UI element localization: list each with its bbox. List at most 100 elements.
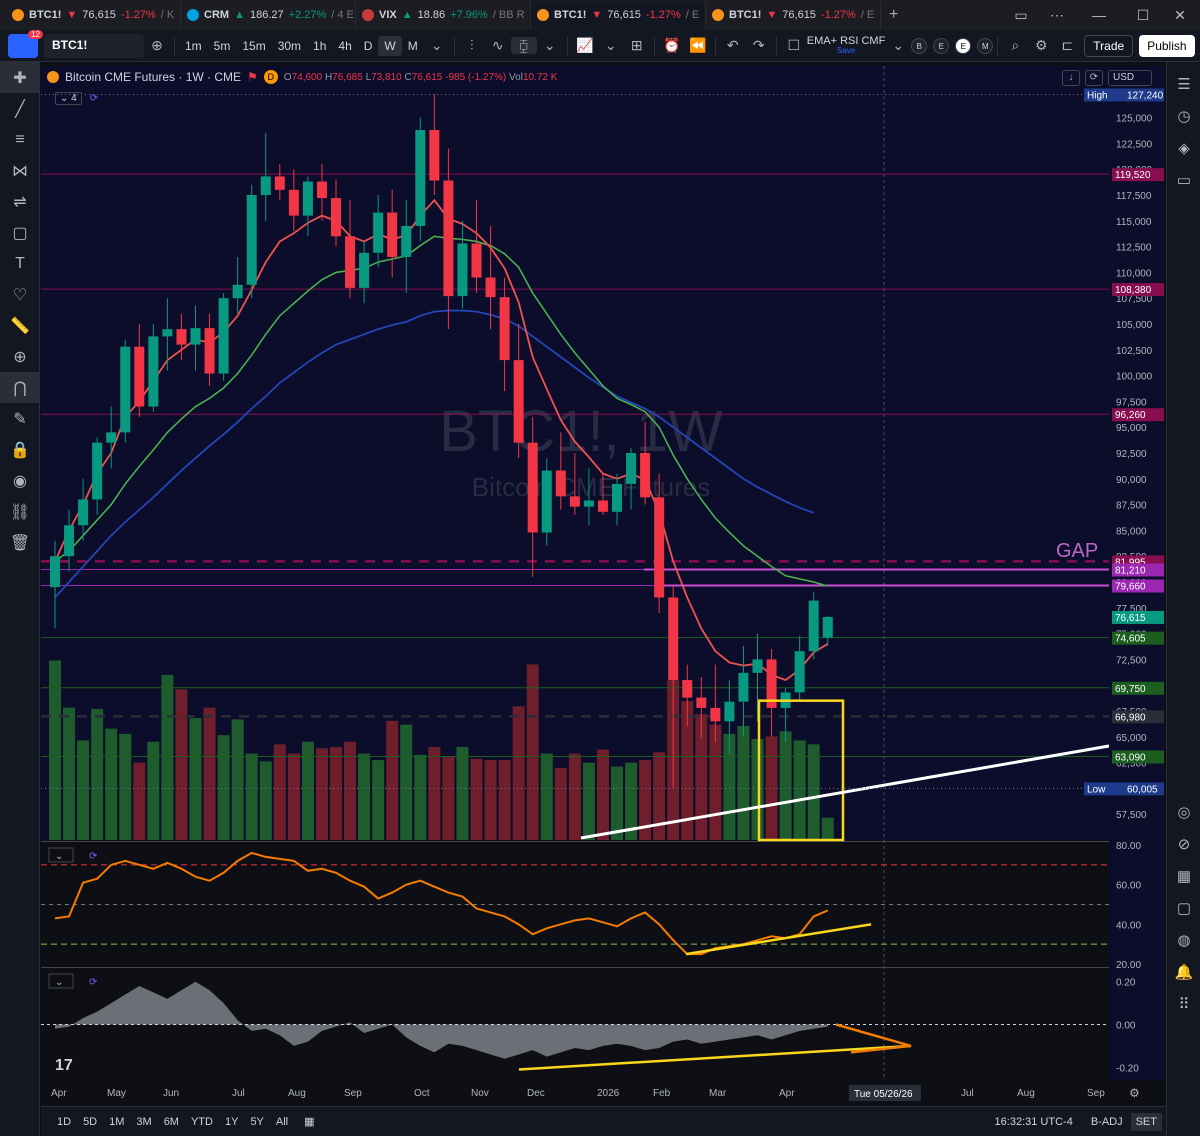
chevron-down-icon[interactable]: ⌄: [537, 37, 563, 54]
chevron-down-icon[interactable]: ⌄: [424, 37, 450, 54]
interval-30m[interactable]: 30m: [272, 36, 307, 56]
legend-title[interactable]: Bitcoin CME Futures · 1W · CME: [65, 70, 241, 84]
zoom-icon[interactable]: ⊕: [0, 341, 40, 372]
layers-icon[interactable]: ◈: [1167, 132, 1200, 164]
range-ytd[interactable]: YTD: [185, 1116, 219, 1128]
replay-icon[interactable]: ⏪: [685, 37, 711, 54]
search-icon[interactable]: ⌕: [1002, 37, 1028, 54]
crosshair-icon[interactable]: ✚: [0, 62, 40, 93]
target-icon[interactable]: ◎: [1167, 796, 1200, 828]
interval-1m[interactable]: 1m: [179, 36, 208, 56]
indicator-shortcut-2[interactable]: E: [955, 37, 972, 54]
snapshot-icon[interactable]: ⊏: [1054, 37, 1080, 54]
pattern-icon[interactable]: ⋈: [0, 155, 40, 186]
maximize-icon[interactable]: ☐: [1121, 7, 1165, 24]
session-toggle[interactable]: SET: [1130, 1112, 1162, 1131]
alerts-clock-icon[interactable]: ◷: [1167, 100, 1200, 132]
publish-button[interactable]: Publish: [1139, 34, 1195, 57]
interval-4h[interactable]: 4h: [332, 36, 357, 56]
range-6m[interactable]: 6M: [158, 1116, 185, 1128]
indicator-shortcut-0[interactable]: B: [911, 37, 928, 54]
trade-button[interactable]: Trade: [1084, 34, 1134, 57]
sync-icon[interactable]: ⟳: [90, 93, 98, 104]
redo-icon[interactable]: ↷: [746, 37, 772, 54]
currency-select[interactable]: USD: [1108, 70, 1152, 86]
fullscreen-icon[interactable]: ☐: [781, 37, 807, 54]
tab-btc1-0[interactable]: BTC1!▼76,615-1.27%/ K✕: [6, 1, 181, 29]
tab-crm-1[interactable]: CRM▲186.27+2.27%/ 4 E✕: [181, 1, 356, 29]
eye-icon[interactable]: ◉: [0, 465, 40, 496]
globe-icon[interactable]: ◍: [1167, 924, 1200, 956]
link-icon[interactable]: ⛓: [0, 496, 40, 527]
chevron-down-icon[interactable]: ⌄: [885, 37, 911, 54]
flag-icon[interactable]: ⚑: [247, 70, 258, 84]
range-1d[interactable]: 1D: [51, 1116, 77, 1128]
shapes-icon[interactable]: ▢: [0, 217, 40, 248]
new-tab-icon[interactable]: +: [881, 6, 906, 24]
cmf-tick-label: -0.20: [1116, 1063, 1139, 1074]
ruler-icon[interactable]: 📏: [0, 310, 40, 341]
interval-m[interactable]: M: [402, 36, 424, 56]
alert-icon[interactable]: ⏰: [659, 37, 685, 54]
open-label: O: [283, 71, 292, 83]
app-logo[interactable]: 12: [8, 29, 43, 58]
layout-template[interactable]: EMA+ RSI CMF Save: [807, 35, 886, 56]
refresh-icon[interactable]: ⟳: [1085, 70, 1103, 86]
trendline-icon[interactable]: ╱: [0, 93, 40, 124]
date-range-icon[interactable]: ▦: [294, 1115, 324, 1128]
heart-icon[interactable]: ♡: [0, 279, 40, 310]
price-line-tag: 96,260: [1115, 410, 1146, 421]
ideas-icon[interactable]: ▢: [1167, 892, 1200, 924]
minimize-icon[interactable]: —: [1077, 7, 1121, 23]
interval-15m[interactable]: 15m: [236, 36, 271, 56]
range-all[interactable]: All: [270, 1116, 294, 1128]
volume-bar: [526, 664, 539, 840]
lock-icon[interactable]: 🔒: [0, 434, 40, 465]
undo-icon[interactable]: ↶: [720, 37, 746, 54]
trash-icon[interactable]: 🗑: [0, 527, 40, 558]
chevron-down-icon[interactable]: ⌄: [598, 37, 624, 54]
tab-btc1-4[interactable]: BTC1!▼76,615-1.27%/ E✕: [706, 1, 881, 29]
chat-icon[interactable]: ▭: [1167, 164, 1200, 196]
symbol-search[interactable]: BTC1!: [44, 33, 144, 58]
close-window-icon[interactable]: ✕: [1165, 7, 1195, 24]
chart-canvas[interactable]: BTC1!, 1WBitcoin CME FuturesGAP57,50060,…: [41, 66, 1164, 1106]
range-1m[interactable]: 1M: [103, 1116, 130, 1128]
interval-5m[interactable]: 5m: [208, 36, 237, 56]
indicators-icon[interactable]: 📈: [572, 37, 598, 54]
indicator-shortcut-1[interactable]: E: [933, 37, 950, 54]
collapse-indicators-button[interactable]: ⌄ 4: [55, 92, 82, 105]
tab-btc1-3[interactable]: BTC1!▼76,615-1.27%/ E✕: [531, 1, 706, 29]
text-icon[interactable]: T: [0, 248, 40, 279]
candles-style-icon[interactable]: ⧮: [510, 37, 537, 54]
range-5d[interactable]: 5D: [77, 1116, 103, 1128]
bars-style-icon[interactable]: ⫶: [459, 37, 485, 54]
line-style-icon[interactable]: ∿: [485, 37, 511, 54]
range-3m[interactable]: 3M: [130, 1116, 157, 1128]
interval-1h[interactable]: 1h: [307, 36, 332, 56]
magnet-icon[interactable]: ⋂: [0, 372, 40, 403]
settings-icon[interactable]: ⚙: [1028, 37, 1054, 54]
prediction-icon[interactable]: ⇌: [0, 186, 40, 217]
bell-icon[interactable]: 🔔: [1167, 956, 1200, 988]
fib-icon[interactable]: ≡: [0, 124, 40, 155]
range-5y[interactable]: 5Y: [244, 1116, 269, 1128]
interval-d[interactable]: D: [358, 36, 379, 56]
clock[interactable]: 16:32:31 UTC-4: [985, 1116, 1083, 1128]
templates-icon[interactable]: ⊞: [624, 37, 650, 54]
indicator-shortcut-3[interactable]: M: [977, 37, 994, 54]
download-icon[interactable]: ↓: [1062, 70, 1080, 86]
layout-icon[interactable]: ▭: [1005, 7, 1037, 24]
more-icon[interactable]: ⋯: [1037, 7, 1077, 24]
interval-w[interactable]: W: [378, 35, 402, 56]
calendar-icon[interactable]: ▦: [1167, 860, 1200, 892]
adjustment-toggle[interactable]: B-ADJ: [1083, 1116, 1131, 1128]
compare-icon[interactable]: ⊕: [144, 37, 170, 54]
candle-body: [597, 500, 608, 512]
signal-icon[interactable]: ⊘: [1167, 828, 1200, 860]
apps-grid-icon[interactable]: ⠿: [1167, 988, 1200, 1020]
tab-vix-2[interactable]: VIX▲18.86+7.96%/ BB R✕: [356, 1, 531, 29]
range-1y[interactable]: 1Y: [219, 1116, 244, 1128]
lock-drawings-icon[interactable]: ✎: [0, 403, 40, 434]
watchlist-icon[interactable]: ☰: [1167, 68, 1200, 100]
